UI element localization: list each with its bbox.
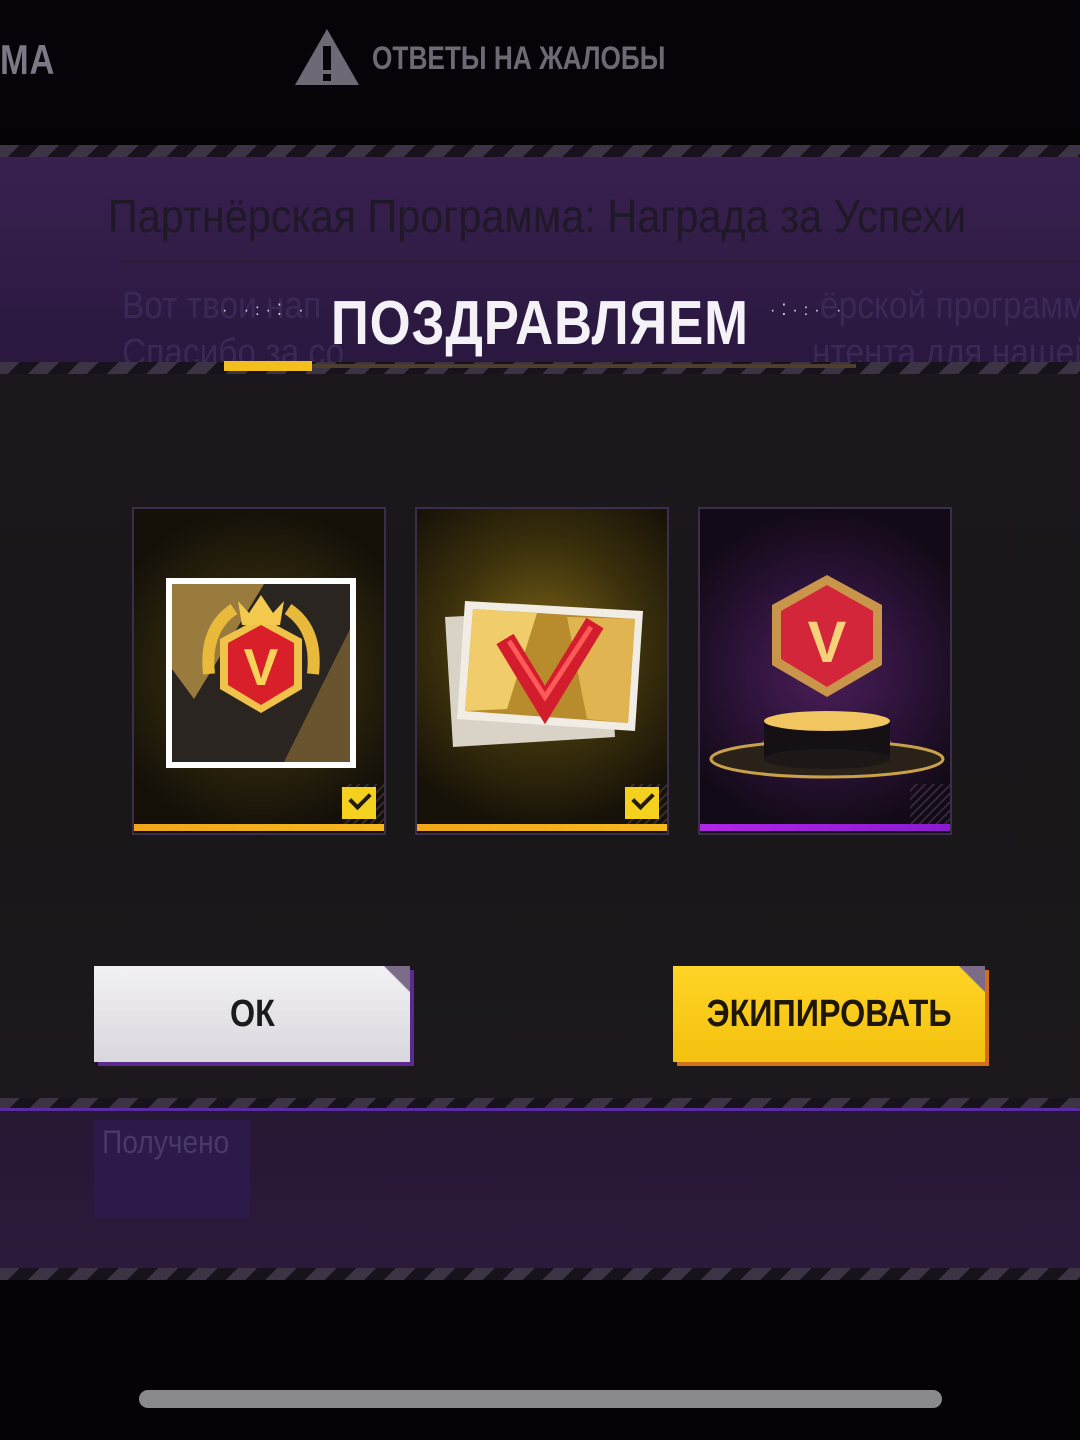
top-navigation-bar: МА ОТВЕТЫ НА ЖАЛОБЫ (0, 0, 1080, 130)
program-title: Партнёрская Программа: Награда за Успехи (108, 190, 967, 242)
ok-button[interactable]: ОК (94, 966, 410, 1062)
received-badge: Получено (94, 1120, 250, 1218)
received-label: Получено (102, 1124, 230, 1160)
svg-text:V: V (808, 610, 847, 675)
congrats-heading-text: ПОЗДРАВЛЯЕМ (330, 289, 750, 358)
claimed-checkmark-icon (342, 787, 376, 819)
rarity-bar-gold (417, 824, 667, 831)
warning-triangle-icon (295, 29, 359, 85)
reward-card-1[interactable]: V (132, 507, 386, 835)
heading-progress-bar (224, 361, 856, 371)
hazard-stripe-top (0, 145, 1080, 157)
home-indicator[interactable] (139, 1390, 942, 1408)
hazard-stripe-bottom (0, 1268, 1080, 1280)
heading-progress-fill (224, 361, 313, 371)
claimed-checkmark-icon (625, 787, 659, 819)
card-corner-decoration (910, 784, 950, 824)
svg-text:V: V (244, 639, 279, 697)
reward-card-2[interactable] (415, 507, 669, 835)
tab-complaint-answers[interactable]: ОТВЕТЫ НА ЖАЛОБЫ (372, 40, 665, 77)
reward-card-3[interactable]: V (698, 507, 952, 835)
title-divider (120, 260, 1080, 262)
congrats-heading: ПОЗДРАВЛЯЕМ (0, 288, 1080, 368)
bottom-area (0, 1280, 1080, 1440)
equip-button-label: ЭКИПИРОВАТЬ (706, 992, 952, 1035)
rarity-bar-purple (700, 824, 950, 831)
equip-button[interactable]: ЭКИПИРОВАТЬ (673, 966, 985, 1062)
ok-button-label: ОК (229, 992, 275, 1035)
modal-bottom-line (0, 1108, 1080, 1111)
rarity-bar-gold (134, 824, 384, 831)
tab-partner-program-partial[interactable]: МА (0, 36, 55, 84)
